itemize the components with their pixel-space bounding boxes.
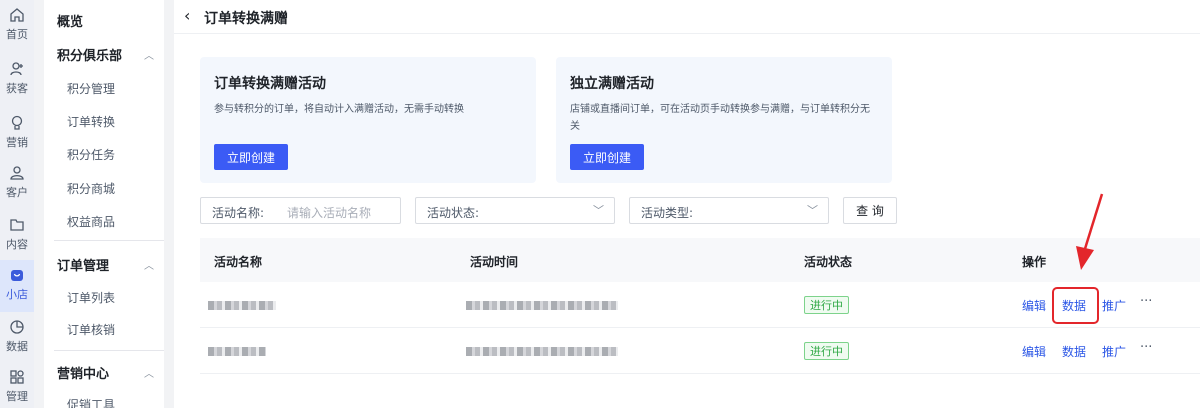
menu-group-points-club[interactable]: 积分俱乐部 [57,45,122,64]
redacted-time [466,347,618,356]
rail-label: 首页 [6,28,28,41]
activity-name-filter[interactable]: 活动名称: 请输入活动名称 [200,197,401,224]
user-add-icon [8,60,26,78]
more-icon[interactable]: ··· [1140,340,1152,355]
rail-item-home[interactable]: 首页 [0,0,34,52]
chevron-left-icon[interactable]: ‹ [184,6,190,25]
rail-item-acquire[interactable]: 获客 [0,54,34,106]
table-row: 进行中 编辑 数据 推广 ··· [200,282,1200,328]
menu-item-points-mall[interactable]: 积分商城 [67,180,115,197]
rail-label: 内容 [6,238,28,251]
user-icon [8,164,26,182]
more-icon[interactable]: ··· [1140,294,1152,309]
shop-icon [8,266,26,284]
table-header: 活动名称 活动时间 活动状态 操作 [200,238,1200,282]
column-header: 活动名称 [214,255,263,269]
promote-link[interactable]: 推广 [1102,343,1126,360]
column-header: 操作 [1022,255,1047,269]
menu-group-marketing-center[interactable]: 营销中心 [57,363,109,382]
filter-label: 活动类型: [641,206,694,220]
card-description-line: 店铺或直播间订单，可在活动页手动转换参与满赠，与订单转积分无 [570,104,870,115]
redacted-name [208,301,276,310]
app-root: 首页 获客 营销 客户 内容 小店 数据 管理 概览 积分俱乐部 ︿ 积分管理 … [0,0,1200,408]
table-row: 进行中 编辑 数据 推广 ··· [200,328,1200,374]
create-now-button[interactable]: 立即创建 [570,144,645,170]
chevron-up-icon: ︿ [144,51,154,62]
chevron-up-icon: ︿ [144,369,154,380]
card-description: 店铺或直播间订单，可在活动页手动转换参与满赠，与订单转积分无 关 [570,101,870,135]
rail-label: 小店 [6,288,28,301]
rail-item-customer[interactable]: 客户 [0,158,34,210]
create-now-button[interactable]: 立即创建 [214,144,289,170]
activity-type-select[interactable]: 活动类型: ﹀ [629,197,829,224]
redacted-time [466,301,618,310]
card-title: 订单转换满赠活动 [214,76,326,92]
activity-status-select[interactable]: 活动状态: ﹀ [415,197,615,224]
status-badge: 进行中 [804,342,849,360]
pie-chart-icon [8,318,26,336]
menu-item-overview[interactable]: 概览 [57,11,83,30]
column-header: 活动状态 [804,255,853,269]
rail-label: 获客 [6,82,28,95]
rail-label: 数据 [6,340,28,353]
chevron-up-icon: ︿ [144,261,154,272]
card-title: 独立满赠活动 [570,76,654,92]
rail-label: 营销 [6,136,28,149]
menu-divider [54,350,164,351]
menu-item-points-task[interactable]: 积分任务 [67,146,115,163]
redacted-name [208,347,266,356]
card-description-line: 关 [570,121,580,132]
folder-icon [8,216,26,234]
rail-item-manage[interactable]: 管理 [0,362,34,408]
menu-item-order-list[interactable]: 订单列表 [67,289,115,306]
icon-rail: 首页 获客 营销 客户 内容 小店 数据 管理 [0,0,34,408]
page-title: 订单转换满赠 [204,11,288,27]
menu-divider [54,240,164,241]
home-icon [8,6,26,24]
edit-link[interactable]: 编辑 [1022,343,1046,360]
card-order-convert-gift: 订单转换满赠活动 参与转积分的订单，将自动计入满赠活动，无需手动转换 立即创建 [200,57,536,183]
status-badge: 进行中 [804,296,849,314]
rail-item-marketing[interactable]: 营销 [0,108,34,160]
filter-label: 活动状态: [427,206,480,220]
page-header: ‹ 订单转换满赠 [174,0,1200,34]
menu-item-order-convert[interactable]: 订单转换 [67,113,115,130]
annotation-arrow-icon [1076,193,1104,270]
chevron-down-icon: ﹀ [593,204,604,217]
edit-link[interactable]: 编辑 [1022,297,1046,314]
rail-item-shop[interactable]: 小店 [0,260,34,312]
secondary-menu: 概览 积分俱乐部 ︿ 积分管理 订单转换 积分任务 积分商城 权益商品 订单管理… [44,0,164,408]
filter-label: 活动名称: [212,206,265,220]
column-header: 活动时间 [470,255,519,269]
menu-item-rights-goods[interactable]: 权益商品 [67,213,115,230]
rail-label: 管理 [6,390,28,403]
rail-item-data[interactable]: 数据 [0,312,34,364]
rail-label: 客户 [6,186,28,199]
query-button[interactable]: 查 询 [843,197,897,224]
activity-name-input[interactable]: 请输入活动名称 [287,204,371,221]
data-link[interactable]: 数据 [1062,343,1086,360]
menu-item-order-verify[interactable]: 订单核销 [67,321,115,338]
main-panel: ‹ 订单转换满赠 订单转换满赠活动 参与转积分的订单，将自动计入满赠活动，无需手… [174,0,1200,408]
card-description: 参与转积分的订单，将自动计入满赠活动，无需手动转换 [214,104,464,115]
menu-group-order-manage[interactable]: 订单管理 [57,255,109,274]
menu-item-points-manage[interactable]: 积分管理 [67,80,115,97]
grid-icon [8,368,26,386]
promote-link[interactable]: 推广 [1102,297,1126,314]
chevron-down-icon: ﹀ [807,204,818,217]
menu-item-promo-tools[interactable]: 促销工具 [67,396,115,408]
card-standalone-gift: 独立满赠活动 店铺或直播间订单，可在活动页手动转换参与满赠，与订单转积分无 关 … [556,57,892,183]
bulb-icon [8,114,26,132]
rail-item-content[interactable]: 内容 [0,210,34,262]
highlight-box [1052,287,1099,324]
